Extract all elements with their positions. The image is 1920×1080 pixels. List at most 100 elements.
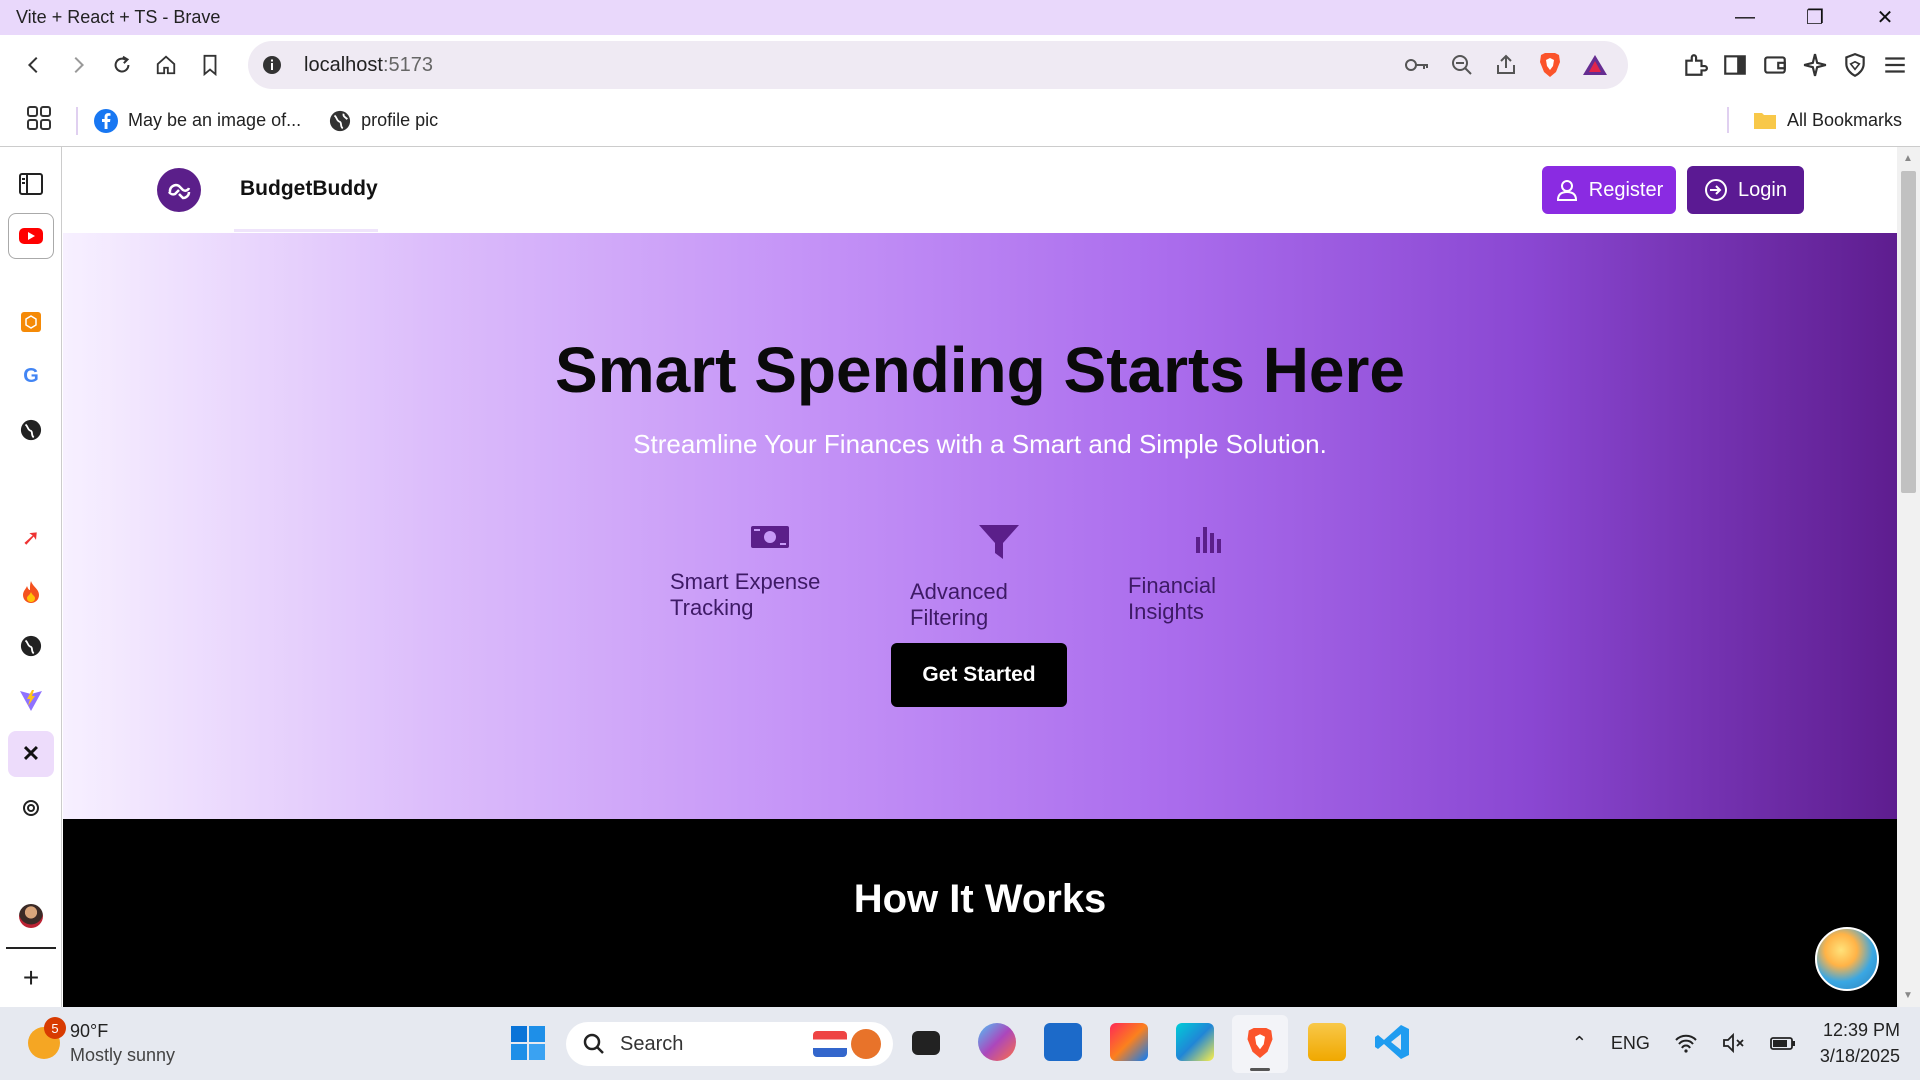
sidebar-pin-icon[interactable]: ➚	[8, 515, 54, 561]
forward-button[interactable]	[56, 43, 100, 87]
page-scrollbar[interactable]: ▲ ▼	[1897, 147, 1920, 1007]
vscode-icon[interactable]	[1374, 1023, 1412, 1061]
close-window-button[interactable]: ✕	[1850, 0, 1920, 35]
feature-financial-insights: Financial Insights	[1128, 523, 1290, 631]
filter-funnel-icon	[979, 525, 1019, 559]
file-explorer-icon[interactable]	[1308, 1023, 1346, 1061]
menu-icon[interactable]	[1882, 52, 1908, 78]
bookmark-item-profile-pic[interactable]: profile pic	[329, 110, 438, 132]
system-clock[interactable]: 12:39 PM 3/18/2025	[1820, 1017, 1900, 1069]
back-button[interactable]	[12, 43, 56, 87]
search-placeholder: Search	[620, 1032, 684, 1055]
sidebar-globe-icon[interactable]	[8, 407, 54, 453]
feature-expense-tracking: Smart Expense Tracking	[670, 523, 870, 631]
browser-sidebar: G ➚ ✕ +	[0, 147, 62, 1007]
scroll-down-arrow-icon[interactable]: ▼	[1903, 990, 1913, 1001]
folder-icon	[1753, 113, 1776, 129]
brave-icon	[1247, 1028, 1273, 1058]
sidebar-youtube-icon[interactable]	[8, 213, 54, 259]
window-titlebar: Vite + React + TS - Brave — ❐ ✕	[0, 0, 1920, 35]
weather-sun-icon: 5	[28, 1017, 66, 1059]
windows-taskbar: 5 90°F Mostly sunny Search ⌃ ENG 12:39 P…	[0, 1007, 1920, 1080]
wallet-icon[interactable]	[1762, 52, 1788, 78]
copilot-icon[interactable]	[978, 1023, 1016, 1061]
home-icon	[156, 55, 176, 75]
home-button[interactable]	[144, 43, 188, 87]
search-icon	[583, 1033, 604, 1054]
sidebar-box-icon[interactable]	[8, 299, 54, 345]
search-highlight-icon	[813, 1027, 887, 1061]
taskbar-search[interactable]: Search	[566, 1022, 893, 1066]
brave-taskbar-button[interactable]	[1232, 1015, 1288, 1073]
brave-rewards-icon[interactable]	[1582, 53, 1608, 77]
chevron-up-icon[interactable]: ⌃	[1572, 1033, 1587, 1054]
system-tray: ⌃ ENG 12:39 PM 3/18/2025	[1572, 1017, 1900, 1069]
notification-badge: 5	[44, 1017, 66, 1039]
clock-date: 3/18/2025	[1819, 1046, 1900, 1066]
apps-grid-icon[interactable]	[26, 105, 52, 136]
bookmark-button[interactable]	[188, 43, 232, 87]
brand-name[interactable]: BudgetBuddy	[240, 177, 378, 201]
scrollbar-thumb[interactable]	[1901, 171, 1916, 493]
weather-widget[interactable]: 5 90°F Mostly sunny	[28, 1017, 176, 1067]
budgetbuddy-logo-icon[interactable]	[157, 168, 201, 212]
all-bookmarks-label: All Bookmarks	[1786, 109, 1902, 130]
site-info-icon[interactable]	[248, 55, 296, 75]
language-indicator[interactable]: ENG	[1611, 1033, 1650, 1054]
feature-label: Smart Expense Tracking	[670, 569, 821, 620]
extensions-icon[interactable]	[1682, 52, 1708, 78]
sidebar-openai-icon[interactable]	[8, 785, 54, 831]
forward-arrow-icon	[74, 56, 85, 74]
sidebar-panel-icon[interactable]	[8, 161, 54, 207]
how-it-works-title: How It Works	[853, 877, 1107, 921]
sidebar-toggle-icon[interactable]	[1722, 52, 1748, 78]
wifi-icon[interactable]	[1674, 1033, 1698, 1053]
sidebar-add-icon[interactable]: +	[8, 955, 54, 1001]
hero-section: Smart Spending Starts Here Streamline Yo…	[63, 233, 1897, 819]
sidebar-fire-icon[interactable]	[8, 569, 54, 615]
brave-shields-icon[interactable]	[1538, 52, 1562, 78]
task-view-icon[interactable]	[912, 1031, 940, 1055]
url-host: localhost	[304, 53, 383, 76]
get-started-button[interactable]: Get Started	[891, 643, 1067, 707]
all-bookmarks-button[interactable]: All Bookmarks	[1726, 107, 1902, 133]
hero-subtitle: Streamline Your Finances with a Smart an…	[633, 429, 1327, 459]
sidebar-avatar[interactable]	[8, 893, 54, 939]
share-icon[interactable]	[1494, 53, 1518, 77]
active-nav-underline	[234, 229, 378, 232]
volume-muted-icon[interactable]	[1722, 1032, 1746, 1054]
key-icon[interactable]	[1404, 54, 1430, 76]
bar-chart-icon	[1196, 527, 1221, 553]
vpn-shield-icon[interactable]	[1842, 52, 1868, 78]
sidebar-google-icon[interactable]: G	[8, 353, 54, 399]
address-bar[interactable]: localhost:5173	[248, 41, 1628, 89]
reload-button[interactable]	[100, 43, 144, 87]
windows-start-icon[interactable]	[510, 1025, 546, 1066]
microsoft-store-icon[interactable]	[1044, 1023, 1082, 1061]
back-arrow-icon	[27, 56, 38, 74]
sidebar-x-icon[interactable]: ✕	[8, 731, 54, 777]
weather-condition: Mostly sunny	[70, 1045, 176, 1065]
leo-ai-icon[interactable]	[1802, 52, 1828, 78]
register-button[interactable]: Register	[1542, 166, 1676, 214]
window-title: Vite + React + TS - Brave	[16, 7, 221, 27]
sidebar-globe-icon[interactable]	[8, 623, 54, 669]
url-text[interactable]: localhost:5173	[304, 54, 433, 77]
battery-icon[interactable]	[1770, 1033, 1796, 1053]
login-button[interactable]: Login	[1687, 166, 1804, 214]
bookmark-item-facebook[interactable]: May be an image of...	[94, 108, 301, 133]
feature-label: Financial Insights	[1128, 573, 1217, 624]
floating-avatar-icon[interactable]	[1815, 927, 1879, 991]
zoom-out-icon[interactable]	[1450, 53, 1474, 77]
app-header: BudgetBuddy Register Login	[63, 147, 1897, 233]
minimize-button[interactable]: —	[1710, 0, 1780, 35]
feature-advanced-filtering: Advanced Filtering	[910, 523, 1088, 631]
restore-button[interactable]: ❐	[1780, 0, 1850, 35]
webstorm-icon[interactable]	[1176, 1023, 1214, 1061]
sidebar-vite-icon[interactable]	[8, 677, 54, 723]
scroll-up-arrow-icon[interactable]: ▲	[1903, 153, 1913, 164]
reload-icon	[114, 55, 130, 73]
bookmarks-divider	[1726, 107, 1729, 133]
login-label: Login	[1738, 178, 1787, 201]
intellij-icon[interactable]	[1110, 1023, 1148, 1061]
